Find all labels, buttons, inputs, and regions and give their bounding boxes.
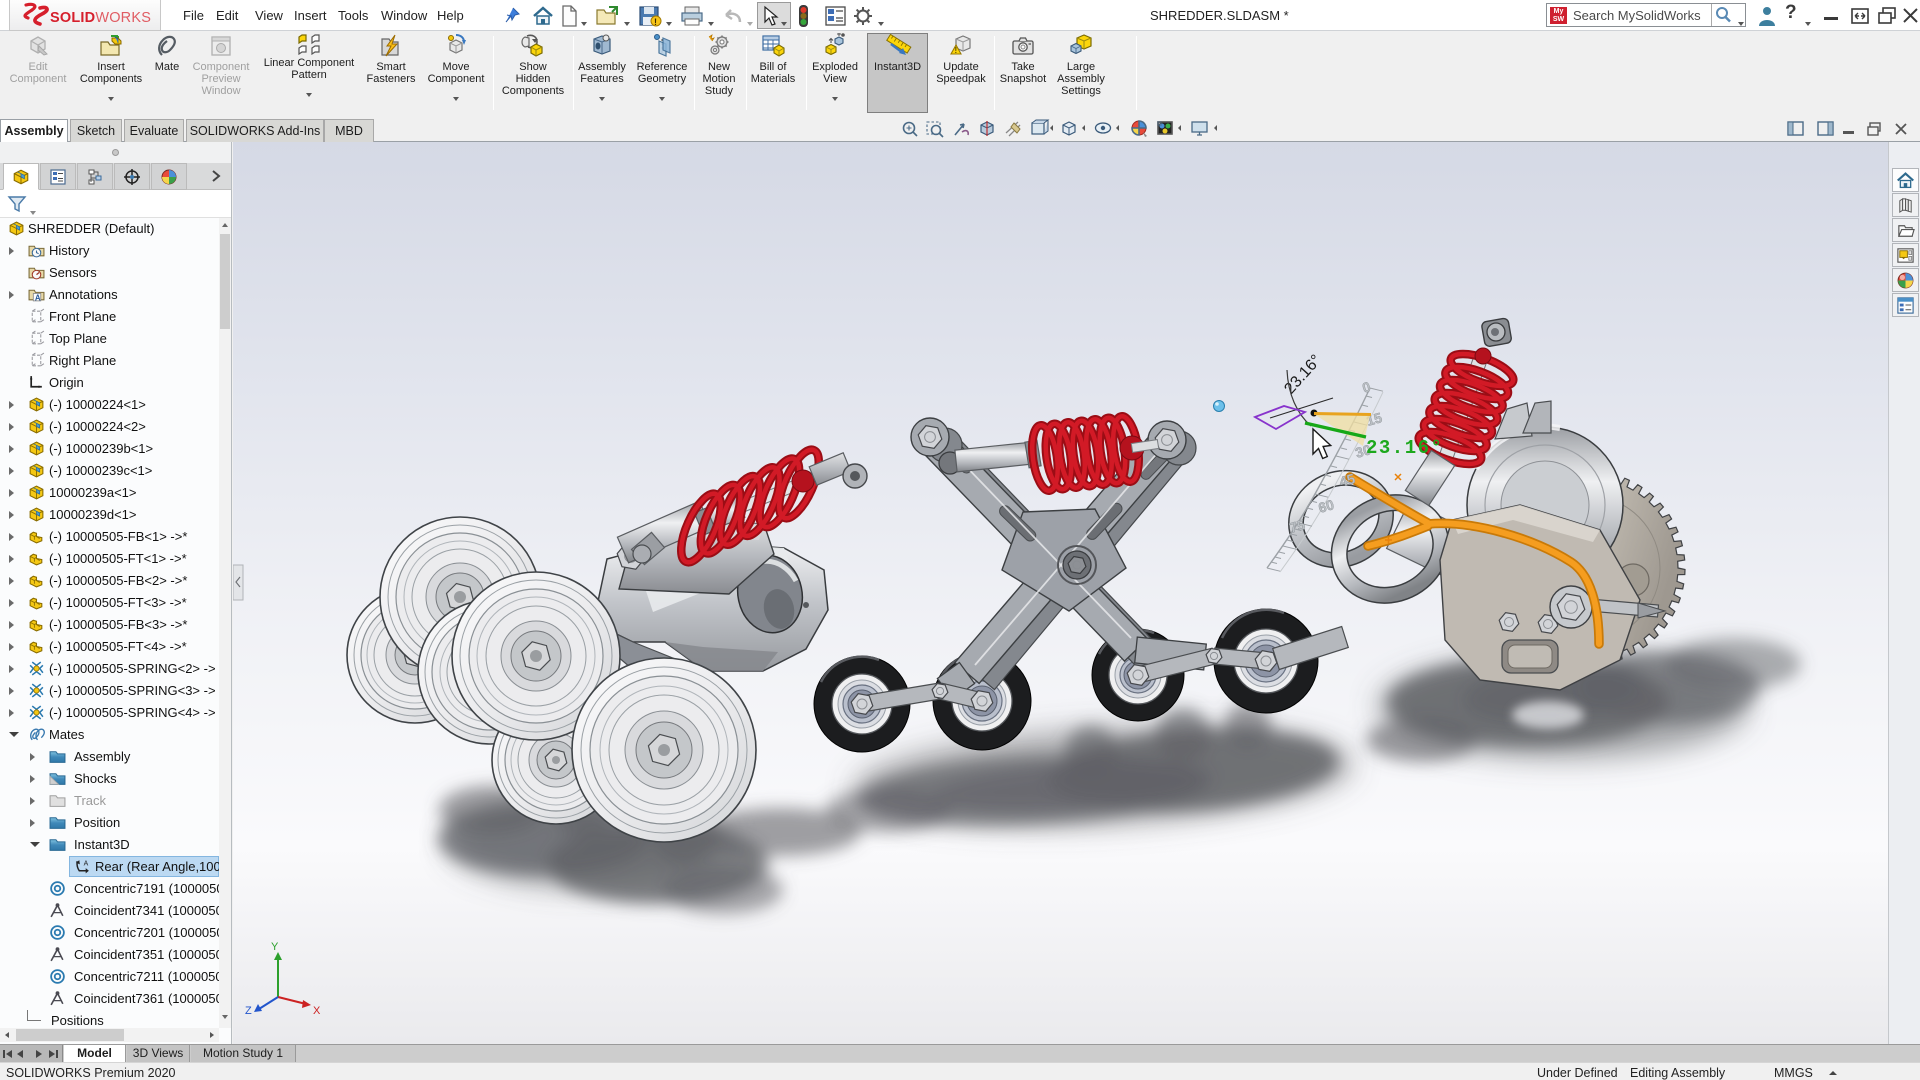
svg-text:!: ! bbox=[654, 17, 657, 27]
svg-text:Z: Z bbox=[245, 1005, 252, 1017]
svg-text:SOLIDWORKS: SOLIDWORKS bbox=[50, 10, 151, 26]
svg-text:X: X bbox=[313, 1005, 321, 1017]
svg-text:23.16°: 23.16° bbox=[1366, 437, 1443, 459]
svg-text:!: ! bbox=[955, 46, 958, 55]
svg-text:Y: Y bbox=[271, 941, 279, 953]
